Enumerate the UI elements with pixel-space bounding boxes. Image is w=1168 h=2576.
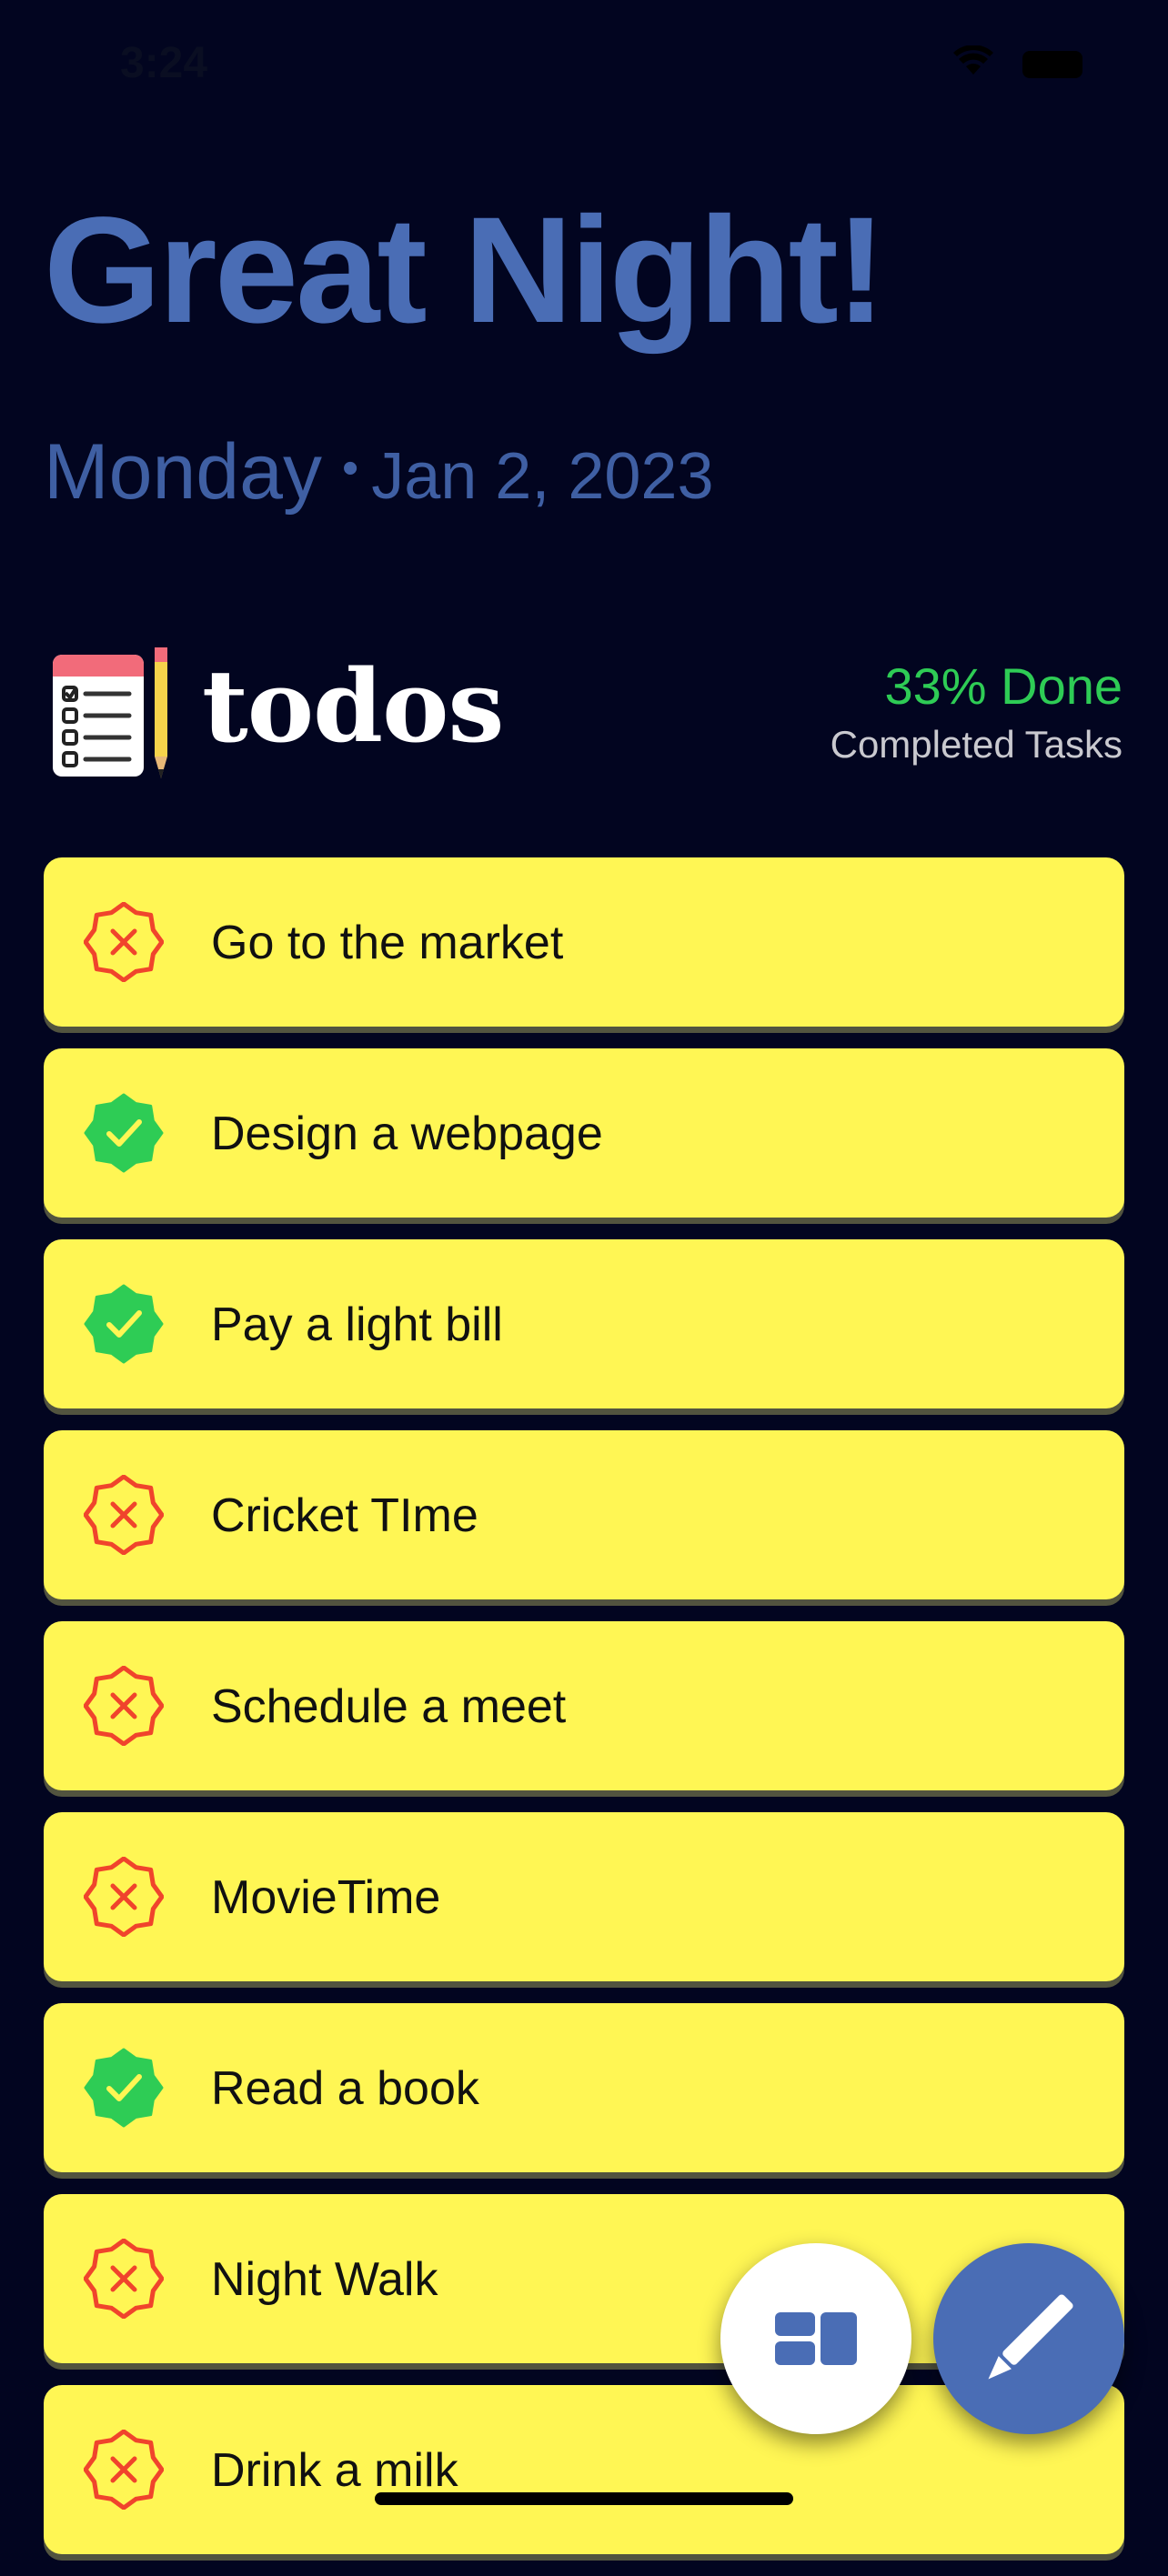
todo-label: Schedule a meet: [211, 1680, 567, 1733]
cross-badge-icon[interactable]: [84, 2239, 164, 2319]
checklist-pencil-icon: [53, 647, 167, 778]
dashboard-view-icon: [775, 2312, 857, 2365]
greeting-heading: Great Night!: [44, 186, 886, 355]
status-time: 3:24: [120, 39, 208, 87]
todo-item[interactable]: MovieTime: [44, 1812, 1124, 1981]
todo-item[interactable]: Read a book: [44, 2003, 1124, 2172]
todo-label: Cricket TIme: [211, 1489, 478, 1542]
todo-item[interactable]: Schedule a meet: [44, 1621, 1124, 1790]
status-bar: 3:24: [0, 0, 1168, 127]
check-badge-icon[interactable]: [84, 1093, 164, 1173]
separator-dot: •: [341, 442, 359, 495]
day-label: Monday: [44, 428, 322, 516]
view-toggle-button[interactable]: [720, 2243, 911, 2434]
todo-label: Drink a milk: [211, 2444, 458, 2497]
cross-badge-icon[interactable]: [84, 902, 164, 982]
todo-label: Night Walk: [211, 2253, 438, 2306]
todo-label: Read a book: [211, 2062, 479, 2115]
wifi-icon: [953, 45, 993, 75]
cross-badge-icon[interactable]: [84, 2430, 164, 2510]
progress-label: Completed Tasks: [830, 723, 1123, 766]
cross-badge-icon[interactable]: [84, 1666, 164, 1746]
date-label: Jan 2, 2023: [371, 440, 714, 513]
todo-item[interactable]: Cricket TIme: [44, 1430, 1124, 1599]
todo-label: Go to the market: [211, 917, 564, 969]
todo-item[interactable]: Pay a light bill: [44, 1239, 1124, 1408]
cross-badge-icon[interactable]: [84, 1857, 164, 1937]
date-row: Monday • Jan 2, 2023: [44, 427, 714, 517]
pencil-icon: [988, 2294, 1073, 2380]
check-badge-icon[interactable]: [84, 1284, 164, 1364]
todo-label: Design a webpage: [211, 1108, 603, 1160]
progress-percentage: 33% Done: [884, 657, 1123, 715]
add-todo-button[interactable]: [933, 2243, 1124, 2434]
home-indicator: [375, 2492, 793, 2505]
cross-badge-icon[interactable]: [84, 1475, 164, 1555]
check-badge-icon[interactable]: [84, 2048, 164, 2128]
todo-label: MovieTime: [211, 1871, 441, 1924]
todo-label: Pay a light bill: [211, 1298, 503, 1351]
battery-icon: [1022, 51, 1082, 78]
app-title: todos: [202, 647, 504, 765]
todo-item[interactable]: Go to the market: [44, 857, 1124, 1027]
todo-item[interactable]: Design a webpage: [44, 1048, 1124, 1218]
